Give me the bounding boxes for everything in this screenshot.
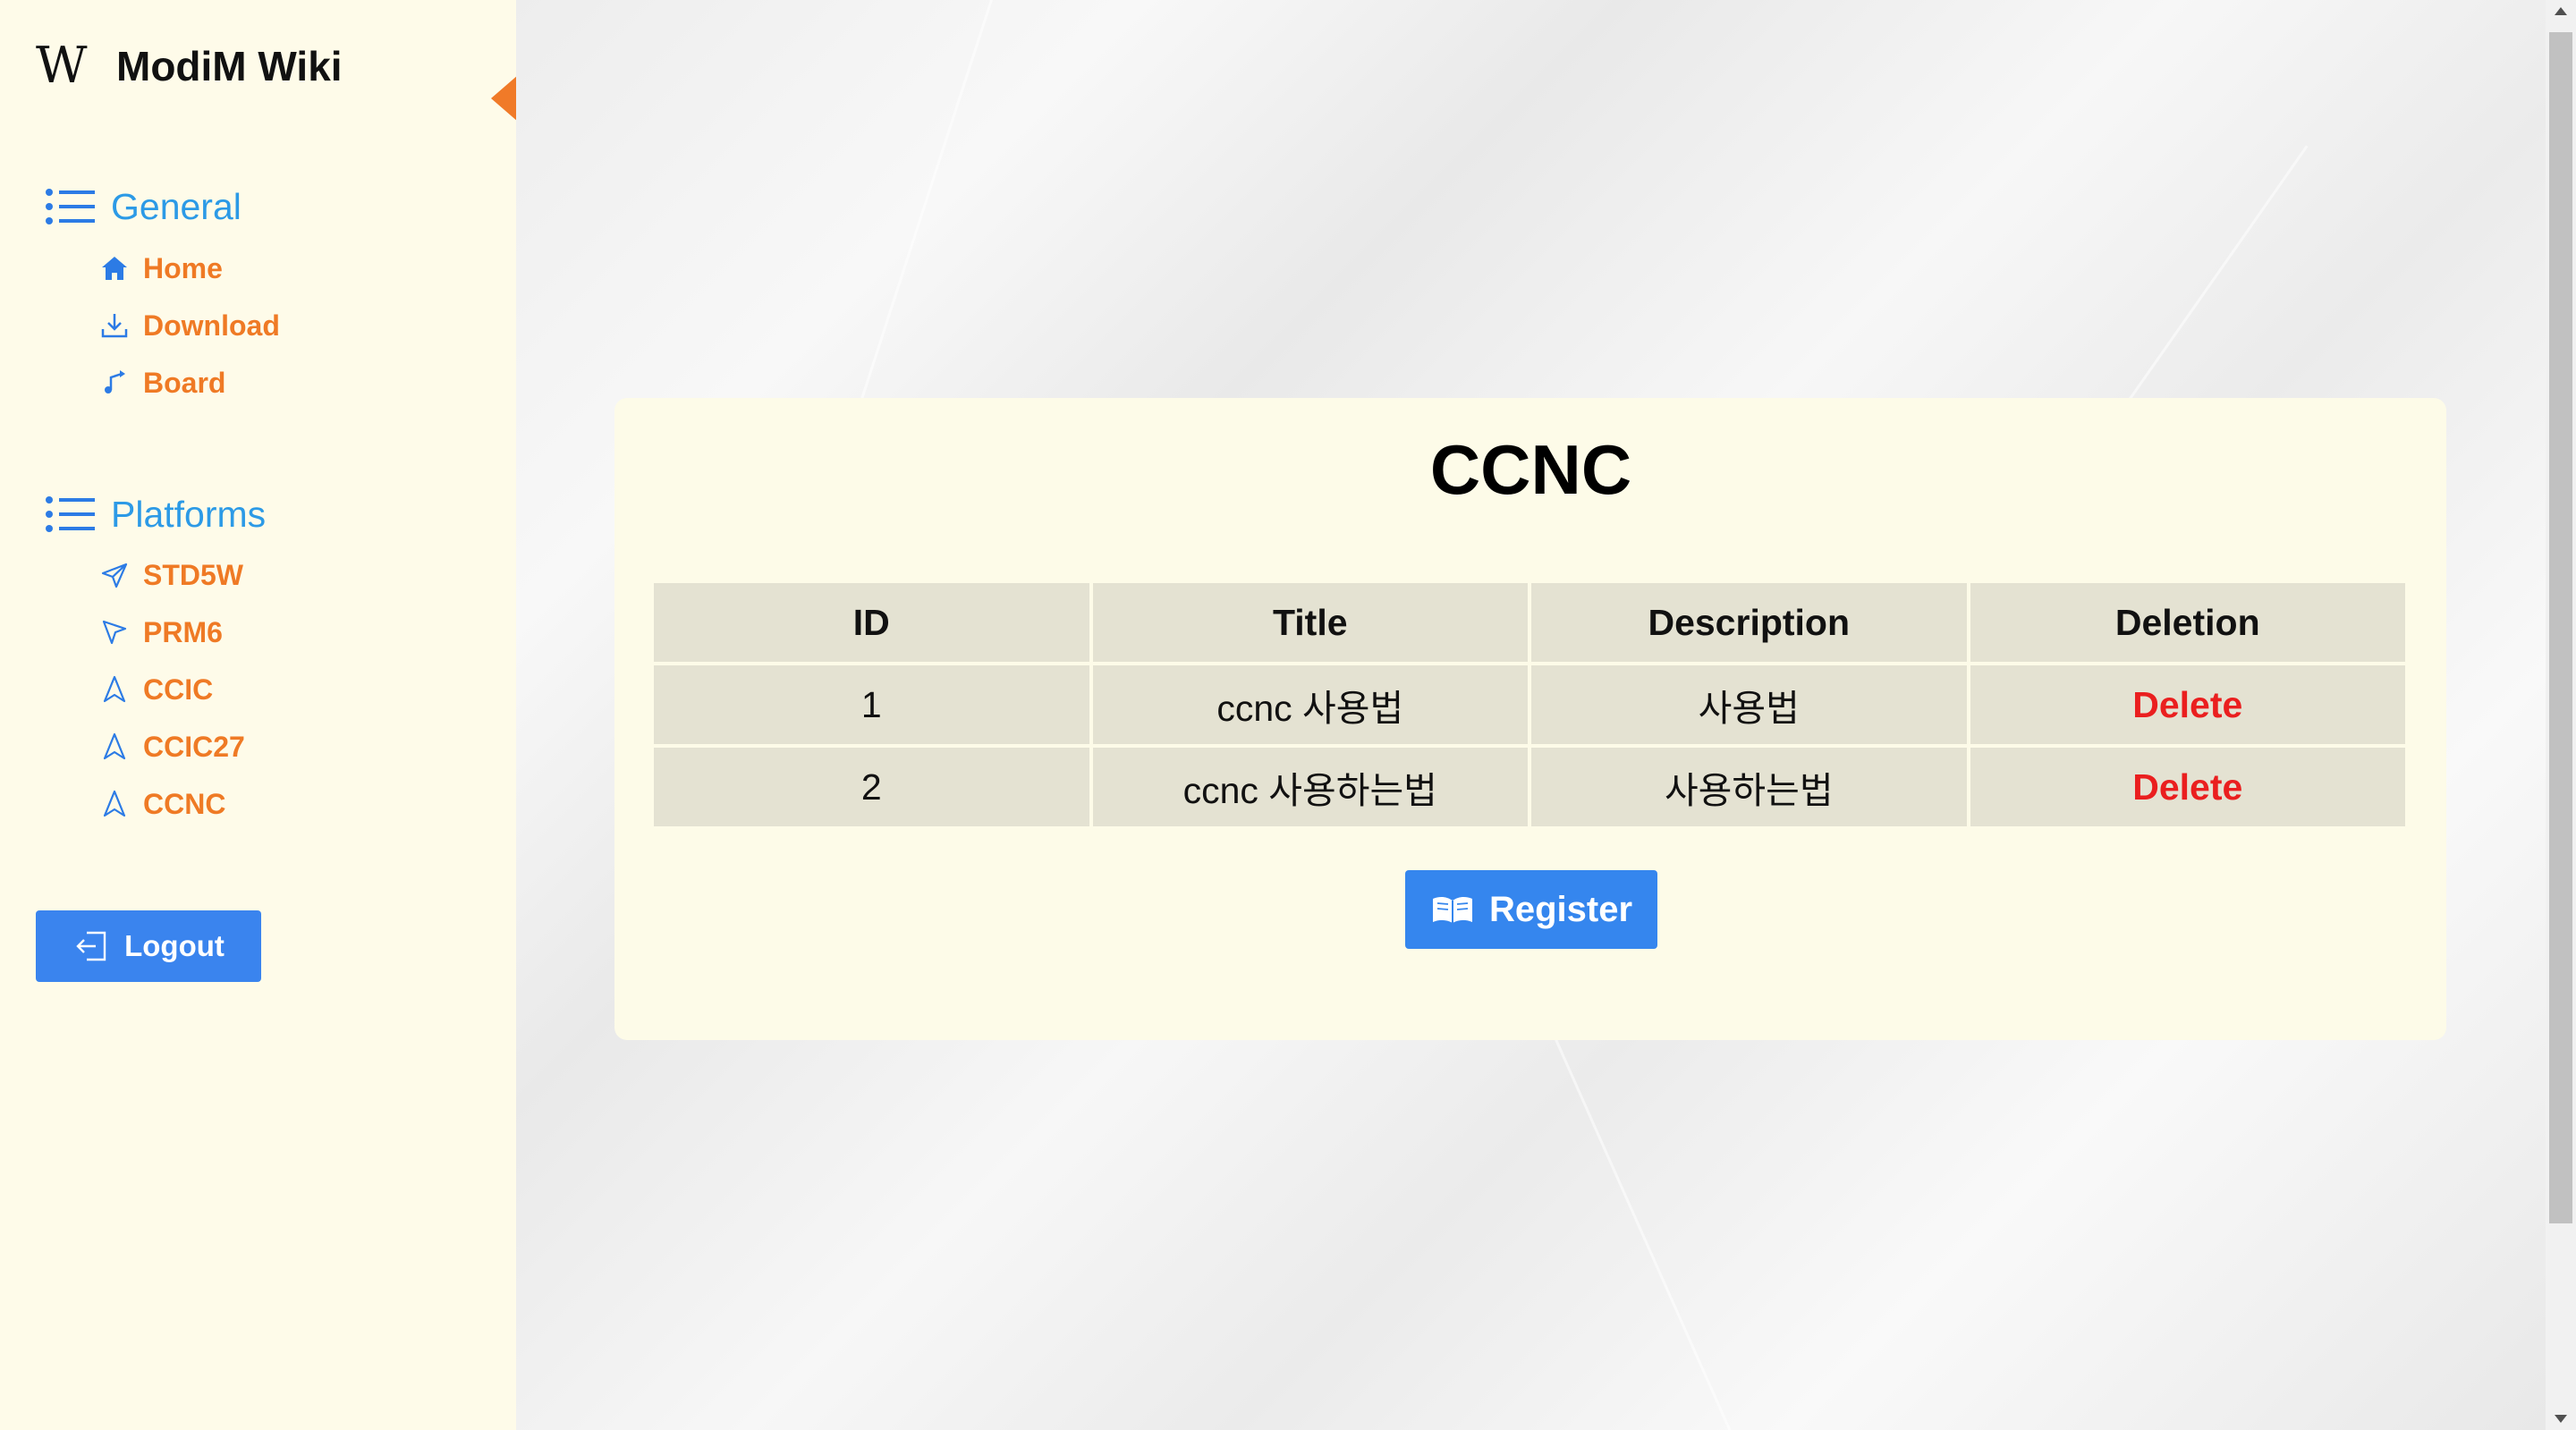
logout-label: Logout bbox=[124, 929, 225, 962]
logout-icon bbox=[76, 931, 106, 961]
table-header-row: ID Title Description Deletion bbox=[654, 583, 2405, 662]
column-header-id: ID bbox=[654, 583, 1089, 662]
send-icon bbox=[101, 563, 128, 588]
navigation-icon bbox=[103, 675, 126, 703]
sidebar-collapse-toggle-icon[interactable] bbox=[491, 75, 518, 122]
column-header-deletion: Deletion bbox=[1970, 583, 2405, 662]
list-icon bbox=[46, 496, 95, 532]
section-header-platforms: Platforms bbox=[45, 492, 266, 537]
sidebar-item-label: CCIC27 bbox=[143, 731, 245, 763]
delete-button[interactable]: Delete bbox=[1970, 748, 2405, 826]
sidebar-item-board[interactable]: Board bbox=[98, 365, 225, 401]
cell-title[interactable]: ccnc 사용법 bbox=[1092, 665, 1528, 744]
home-icon bbox=[102, 257, 127, 280]
column-header-title: Title bbox=[1092, 583, 1528, 662]
book-icon bbox=[1432, 896, 1472, 923]
section-title-platforms: Platforms bbox=[111, 494, 267, 535]
sidebar-item-std5w[interactable]: STD5W bbox=[98, 557, 243, 593]
sidebar-item-label: Board bbox=[143, 367, 226, 399]
delete-button[interactable]: Delete bbox=[1970, 665, 2405, 744]
wiki-logo-icon: W bbox=[36, 37, 88, 95]
sidebar-item-ccic[interactable]: CCIC bbox=[98, 672, 213, 707]
board-icon bbox=[105, 370, 125, 393]
sidebar-item-label: CCIC bbox=[143, 673, 214, 706]
brand-name: ModiM Wiki bbox=[116, 43, 343, 89]
cell-id: 2 bbox=[654, 748, 1089, 826]
main-content: ID Title Description Deletion 1 ccnc 사용법… bbox=[516, 0, 2546, 1430]
board-table: ID Title Description Deletion 1 ccnc 사용법… bbox=[650, 580, 2409, 830]
register-button[interactable]: Register bbox=[1405, 870, 1657, 949]
sidebar-item-home[interactable]: Home bbox=[98, 250, 223, 286]
sidebar-item-label: PRM6 bbox=[143, 616, 223, 648]
register-label: Register bbox=[1488, 889, 1633, 929]
scrollbar-thumb[interactable] bbox=[2549, 32, 2572, 1223]
sidebar-item-prm6[interactable]: PRM6 bbox=[98, 614, 223, 650]
table-row[interactable]: 2 ccnc 사용하는법 사용하는법 Delete bbox=[654, 748, 2405, 826]
cell-description: 사용하는법 bbox=[1531, 748, 1967, 826]
scroll-down-icon[interactable] bbox=[2555, 1415, 2567, 1423]
download-icon bbox=[101, 314, 128, 338]
section-header-general: General bbox=[45, 184, 242, 229]
cursor-icon bbox=[102, 620, 127, 645]
sidebar: W ModiM Wiki General Home Download Board… bbox=[0, 0, 518, 1430]
scroll-up-icon[interactable] bbox=[2555, 7, 2567, 15]
sidebar-item-label: STD5W bbox=[143, 559, 243, 591]
navigation-icon bbox=[103, 732, 126, 760]
sidebar-item-ccic27[interactable]: CCIC27 bbox=[98, 729, 245, 765]
navigation-icon bbox=[103, 790, 126, 817]
logout-button[interactable]: Logout bbox=[36, 910, 261, 982]
column-header-description: Description bbox=[1531, 583, 1967, 662]
sidebar-item-label: CCNC bbox=[143, 788, 226, 820]
page-title: CCNC bbox=[1429, 430, 1632, 509]
sidebar-item-download[interactable]: Download bbox=[98, 308, 280, 343]
sidebar-item-label: Download bbox=[143, 309, 280, 342]
cell-id: 1 bbox=[654, 665, 1089, 744]
sidebar-item-label: Home bbox=[143, 252, 223, 284]
section-title-general: General bbox=[111, 186, 242, 227]
list-icon bbox=[46, 189, 95, 224]
table-row[interactable]: 1 ccnc 사용법 사용법 Delete bbox=[654, 665, 2405, 744]
sidebar-item-ccnc[interactable]: CCNC bbox=[98, 786, 225, 822]
cell-title[interactable]: ccnc 사용하는법 bbox=[1092, 748, 1528, 826]
brand[interactable]: W ModiM Wiki bbox=[36, 39, 343, 93]
cell-description: 사용법 bbox=[1531, 665, 1967, 744]
